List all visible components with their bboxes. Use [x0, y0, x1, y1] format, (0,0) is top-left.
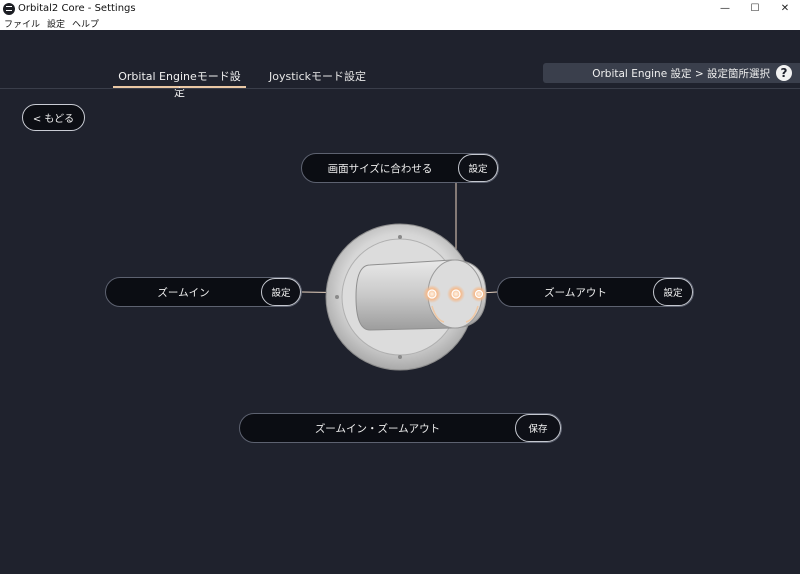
highlight-zoom-out — [471, 286, 487, 302]
menu-help[interactable]: ヘルプ — [72, 17, 99, 30]
screw-left — [335, 295, 339, 299]
zoom-in-label: ズームイン — [157, 286, 210, 299]
zoom-in-set-button[interactable]: 設定 — [261, 278, 301, 306]
window-controls: — ☐ ✕ — [710, 0, 800, 17]
highlight-fit — [447, 285, 465, 303]
menu-bar: ファイル 設定 ヘルプ — [0, 17, 800, 30]
zoom-combo-save-button[interactable]: 保存 — [515, 414, 561, 442]
maximize-button[interactable]: ☐ — [740, 0, 770, 17]
fit-screen-label: 画面サイズに合わせる — [327, 162, 433, 175]
highlight-zoom-in — [423, 285, 441, 303]
close-button[interactable]: ✕ — [770, 0, 800, 17]
zoom-out-label: ズームアウト — [544, 286, 607, 299]
zoom-in-control: ズームイン 設定 — [105, 277, 302, 307]
screw-bottom — [398, 355, 402, 359]
app-logo-icon — [3, 2, 15, 15]
zoom-combo-label: ズームイン・ズームアウト — [314, 422, 441, 435]
menu-file[interactable]: ファイル — [4, 17, 40, 30]
zoom-combo-control: ズームイン・ズームアウト 保存 — [239, 413, 562, 443]
zoom-out-control: ズームアウト 設定 — [497, 277, 694, 307]
zoom-out-set-button[interactable]: 設定 — [653, 278, 693, 306]
menu-settings[interactable]: 設定 — [47, 17, 65, 30]
minimize-button[interactable]: — — [710, 0, 740, 17]
screw-top — [398, 235, 402, 239]
window-titlebar: Orbital2 Core - Settings — ☐ ✕ — [0, 0, 800, 17]
window-title: Orbital2 Core - Settings — [18, 3, 136, 14]
fit-screen-set-button[interactable]: 設定 — [458, 154, 498, 182]
fit-screen-control: 画面サイズに合わせる 設定 — [301, 153, 499, 183]
app-content: Orbital Engineモード設定 Joystickモード設定 Orbita… — [0, 30, 800, 574]
